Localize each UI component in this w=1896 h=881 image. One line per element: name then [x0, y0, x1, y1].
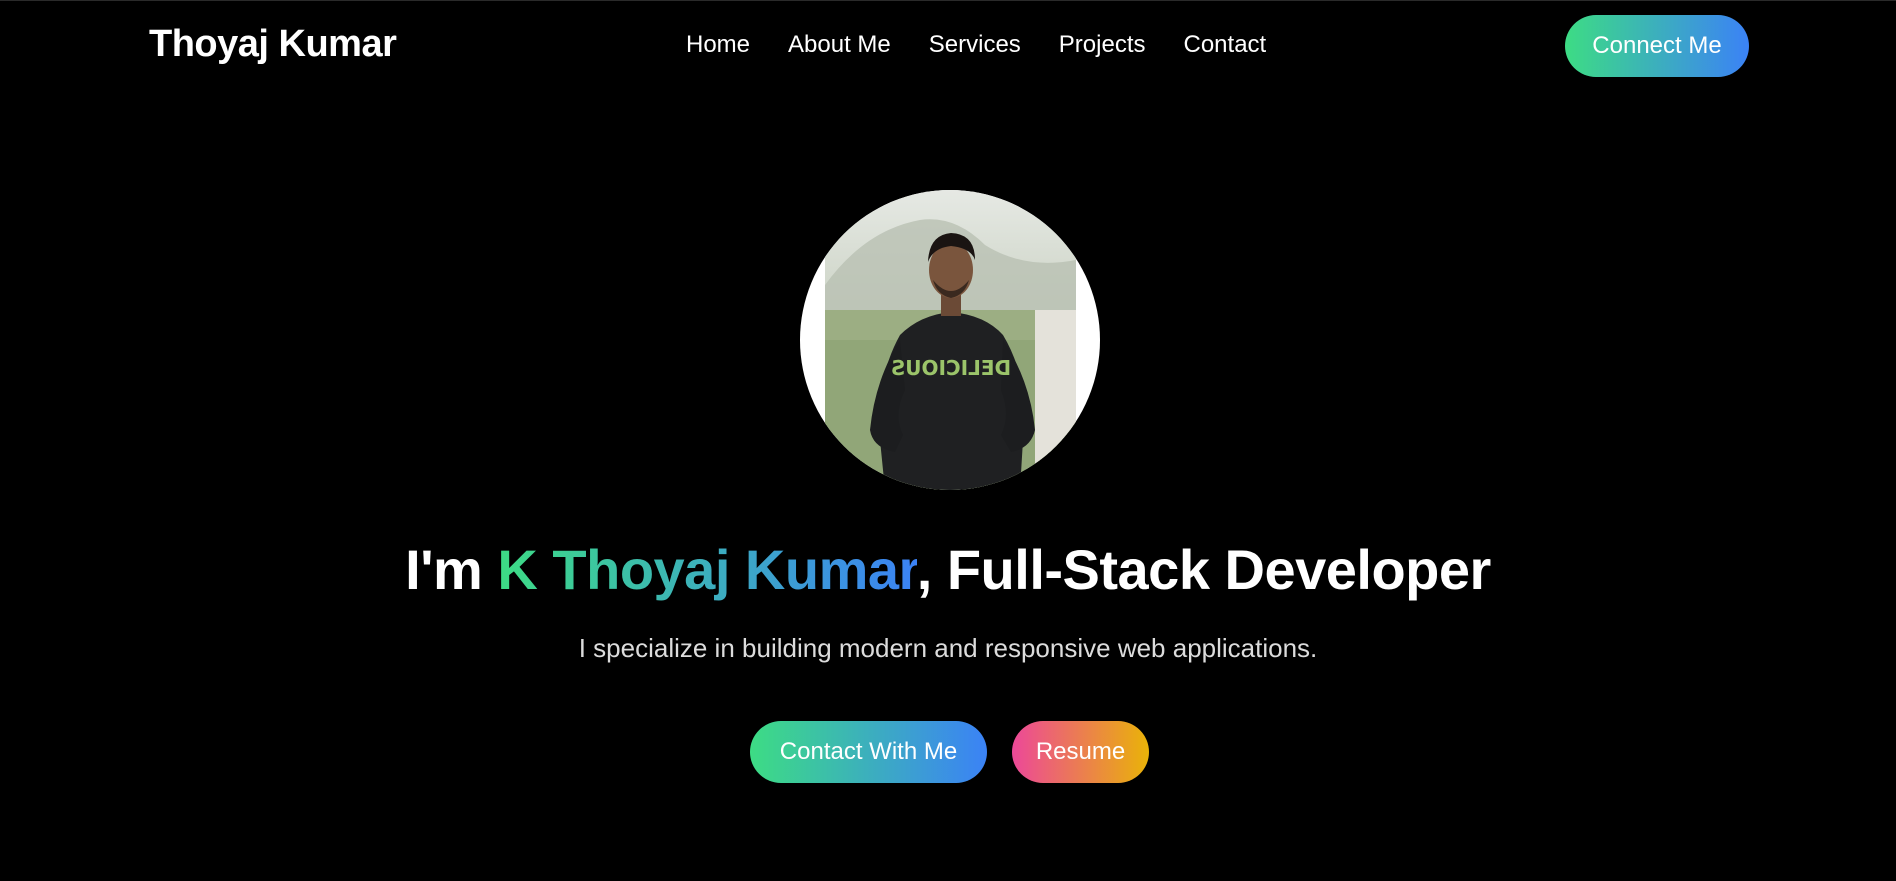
nav-link-contact[interactable]: Contact — [1184, 31, 1267, 59]
page: Thoyaj Kumar Home About Me Services Proj… — [0, 0, 1896, 881]
headline-suffix: , Full-Stack Developer — [916, 538, 1492, 601]
hero-buttons: Contact With Me Resume — [750, 721, 1149, 783]
headline-name: K Thoyaj Kumar — [497, 538, 917, 601]
contact-with-me-button[interactable]: Contact With Me — [750, 721, 987, 783]
resume-button[interactable]: Resume — [1012, 721, 1149, 783]
profile-photo: DELICIOUS — [825, 190, 1076, 490]
hero-subtitle: I specialize in building modern and resp… — [578, 633, 1318, 663]
navbar: Thoyaj Kumar Home About Me Services Proj… — [0, 1, 1896, 93]
svg-text:DELICIOUS: DELICIOUS — [891, 356, 1011, 380]
nav-links: Home About Me Services Projects Contact — [686, 31, 1266, 59]
nav-link-services[interactable]: Services — [929, 31, 1021, 59]
hero-headline: I'm K Thoyaj Kumar, Full-Stack Developer — [0, 537, 1896, 602]
nav-link-projects[interactable]: Projects — [1059, 31, 1146, 59]
profile-avatar: DELICIOUS — [800, 190, 1100, 490]
headline-prefix: I'm — [405, 538, 498, 601]
brand-logo[interactable]: Thoyaj Kumar — [149, 23, 397, 66]
connect-me-button[interactable]: Connect Me — [1565, 15, 1749, 77]
nav-link-home[interactable]: Home — [686, 31, 750, 59]
nav-link-about[interactable]: About Me — [788, 31, 891, 59]
